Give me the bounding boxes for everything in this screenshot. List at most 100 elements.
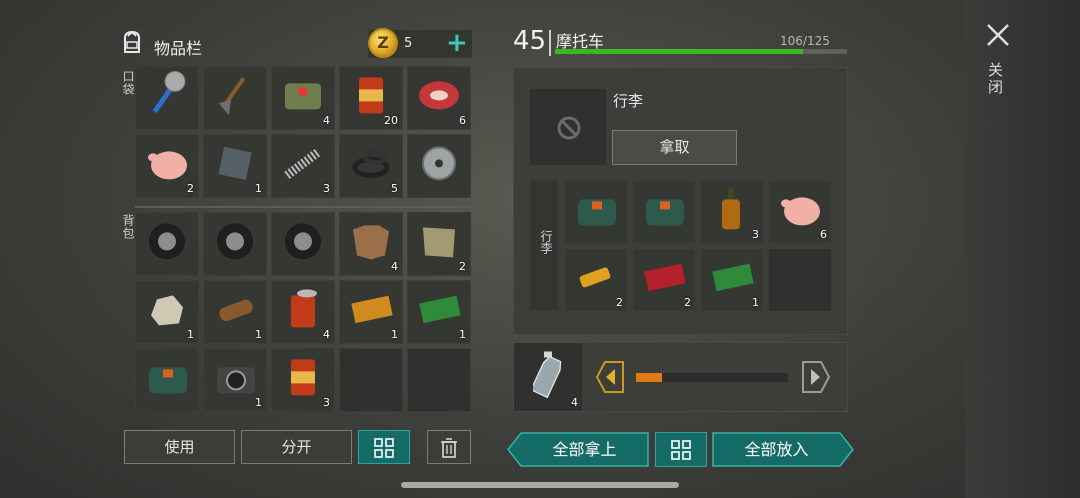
- pocket-slot[interactable]: [135, 66, 199, 130]
- tire-icon: [285, 223, 321, 260]
- item-qty: 1: [255, 328, 262, 341]
- tire-icon: [149, 223, 185, 260]
- spring-icon: [284, 147, 322, 179]
- close-icon[interactable]: [985, 22, 1011, 48]
- backpack-slot[interactable]: [203, 212, 267, 276]
- item-qty: 2: [187, 182, 194, 195]
- backpack-slot[interactable]: [135, 212, 199, 276]
- pocket-slot[interactable]: 1: [203, 134, 267, 198]
- fuel-level-fill: [636, 373, 662, 382]
- backpack-slot[interactable]: 4: [271, 280, 335, 344]
- combat-coupon-icon: [644, 263, 686, 292]
- fuel-increase-button[interactable]: [799, 360, 831, 394]
- medkit-icon: [285, 83, 321, 110]
- vehicle-item-slot[interactable]: 6: [768, 180, 832, 244]
- pocket-slot[interactable]: 5: [339, 134, 403, 198]
- rubber-rings-icon: [352, 150, 390, 178]
- vehicle-item-slot[interactable]: 1: [700, 248, 764, 312]
- bomb-bag-icon: [149, 367, 187, 394]
- usb-drive-icon: [579, 267, 611, 288]
- raw-chicken-icon: [148, 151, 187, 180]
- close-label[interactable]: 关闭: [986, 62, 1006, 96]
- pocket-slot[interactable]: [203, 66, 267, 130]
- item-qty: 20: [384, 114, 398, 127]
- item-qty: 2: [684, 296, 691, 309]
- item-qty: 1: [391, 328, 398, 341]
- trash-icon: [441, 437, 457, 458]
- item-qty: 1: [752, 296, 759, 309]
- pocket-slot[interactable]: 3: [271, 134, 335, 198]
- log-icon: [219, 299, 253, 322]
- backpack-slot[interactable]: 2: [407, 212, 471, 276]
- take-button[interactable]: 拿取: [612, 130, 737, 165]
- item-qty: 1: [255, 182, 262, 195]
- durability-bar: [555, 49, 847, 54]
- vehicle-item-slot[interactable]: [768, 248, 832, 312]
- home-indicator[interactable]: [401, 482, 679, 488]
- pocket-slot[interactable]: 2: [135, 134, 199, 198]
- luggage-side-label: 行李: [539, 230, 553, 254]
- vehicle-grid: 3 6 2 2 1: [564, 180, 832, 312]
- vehicle-item-slot[interactable]: 3: [700, 180, 764, 244]
- backpack-slot[interactable]: [407, 348, 471, 412]
- ration-coupon-icon: [712, 263, 754, 292]
- split-button[interactable]: 分开: [241, 430, 352, 464]
- backpack-slot[interactable]: 1: [135, 280, 199, 344]
- item-qty: 4: [391, 260, 398, 273]
- item-qty: 2: [616, 296, 623, 309]
- item-qty: 1: [187, 328, 194, 341]
- shovel-icon: [219, 76, 246, 116]
- backpack-slot[interactable]: 1: [203, 280, 267, 344]
- item-qty: 1: [255, 396, 262, 409]
- backpack-slot[interactable]: 4: [339, 212, 403, 276]
- pocket-slot[interactable]: [407, 134, 471, 198]
- backpack-grid: 4 2 1 1 4 1 1 1 3: [135, 212, 471, 412]
- fuel-level-track[interactable]: [636, 373, 788, 382]
- pocket-slot[interactable]: 4: [271, 66, 335, 130]
- stone-icon: [151, 295, 183, 326]
- backpack-slot[interactable]: [339, 348, 403, 412]
- item-qty: 4: [323, 328, 330, 341]
- pocket-slot[interactable]: 20: [339, 66, 403, 130]
- pocket-slot[interactable]: 6: [407, 66, 471, 130]
- item-qty: 2: [459, 260, 466, 273]
- side-strip: [965, 0, 1080, 498]
- luggage-slot[interactable]: [529, 88, 607, 166]
- trash-button[interactable]: [427, 430, 471, 464]
- section-divider: [135, 206, 471, 208]
- vehicle-item-slot[interactable]: [564, 180, 628, 244]
- backpack-icon: [124, 30, 140, 53]
- put-all-button[interactable]: 全部放入: [712, 432, 841, 467]
- item-qty: 6: [820, 228, 827, 241]
- tire-icon: [217, 223, 253, 260]
- blocked-icon: [557, 116, 581, 140]
- take-all-button[interactable]: 全部拿上: [520, 432, 649, 467]
- bomb-bag-icon: [578, 199, 616, 226]
- backpack-slot[interactable]: [135, 348, 199, 412]
- use-button[interactable]: 使用: [124, 430, 235, 464]
- fuel-slot[interactable]: 4: [514, 343, 582, 411]
- vehicle-durability: 106/125: [780, 34, 830, 48]
- whiskey-bottle-icon: [722, 187, 740, 230]
- backpack-slot[interactable]: 1: [407, 280, 471, 344]
- grid-icon: [374, 437, 394, 458]
- metal-plate-icon: [218, 146, 252, 181]
- add-coins-button[interactable]: +: [446, 28, 468, 58]
- item-qty: 3: [752, 228, 759, 241]
- backpack-slot[interactable]: 1: [339, 280, 403, 344]
- vehicle-item-slot[interactable]: [632, 180, 696, 244]
- grid-icon: [671, 439, 691, 460]
- backpack-slot[interactable]: [271, 212, 335, 276]
- durability-fill: [555, 49, 803, 54]
- vehicle-sort-grid-button[interactable]: [655, 432, 707, 467]
- item-qty: 5: [391, 182, 398, 195]
- coin-counter: Z 5 +: [368, 28, 472, 58]
- sort-grid-button[interactable]: [358, 430, 410, 464]
- vehicle-item-slot[interactable]: 2: [632, 248, 696, 312]
- luggage-label: 行李: [613, 92, 644, 110]
- inventory-header: 物品栏 Z 5 +: [118, 28, 474, 62]
- backpack-slot[interactable]: 3: [271, 348, 335, 412]
- fuel-decrease-button[interactable]: [595, 360, 627, 394]
- vehicle-item-slot[interactable]: 2: [564, 248, 628, 312]
- backpack-slot[interactable]: 1: [203, 348, 267, 412]
